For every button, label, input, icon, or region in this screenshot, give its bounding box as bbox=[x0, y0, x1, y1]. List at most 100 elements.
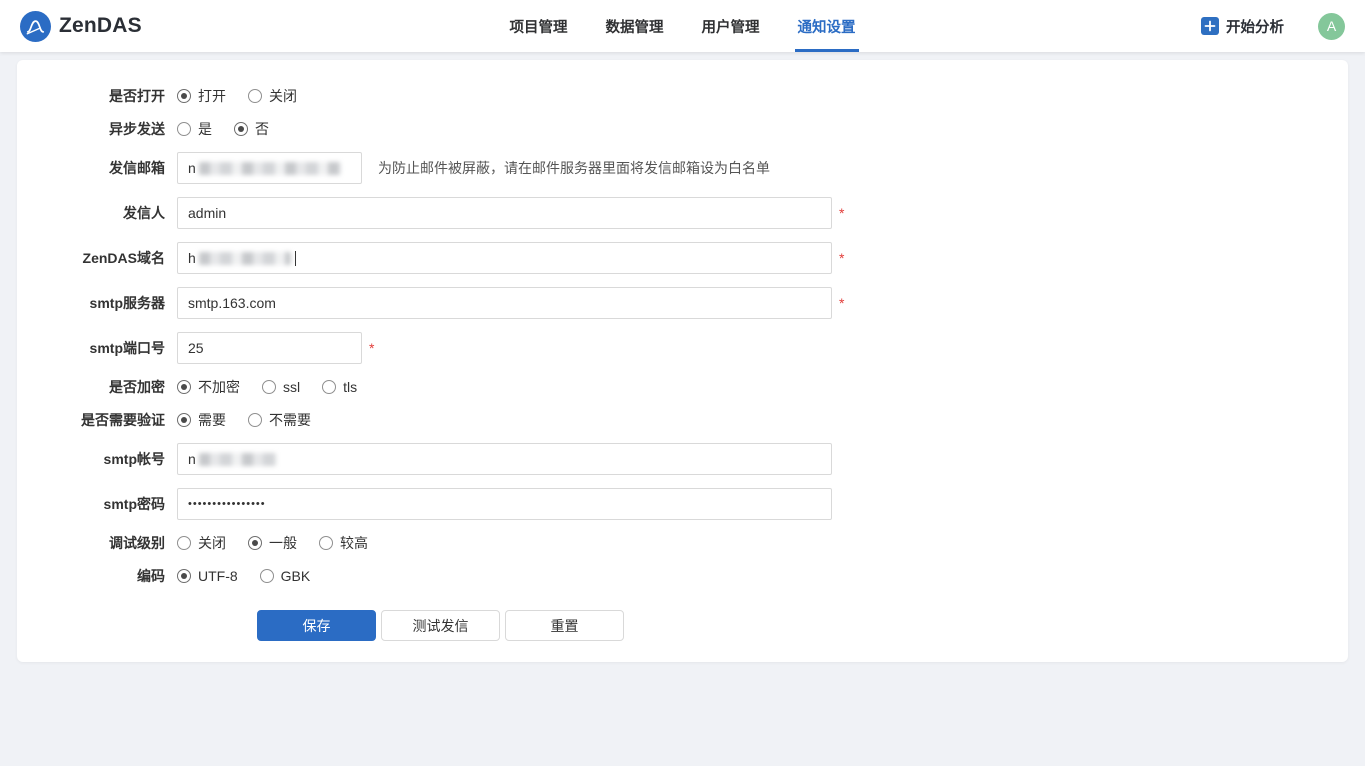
row-need-auth: 是否需要验证 需要 不需要 bbox=[17, 410, 1348, 430]
async-send-radio-group: 是 否 bbox=[177, 119, 269, 139]
sender-email-input[interactable]: n bbox=[177, 152, 362, 184]
text-caret bbox=[295, 251, 296, 266]
option-label: 一般 bbox=[269, 533, 297, 553]
redacted-prefix: n bbox=[188, 451, 196, 467]
debug-level-label: 调试级别 bbox=[17, 533, 165, 553]
tab-project-management[interactable]: 项目管理 bbox=[510, 0, 568, 52]
debug-level-radio-group: 关闭 一般 较高 bbox=[177, 533, 368, 553]
radio-checked-icon[interactable] bbox=[177, 413, 191, 427]
option-label: 是 bbox=[198, 119, 212, 139]
row-debug-level: 调试级别 关闭 一般 较高 bbox=[17, 533, 1348, 553]
zendas-logo-icon bbox=[20, 11, 51, 42]
encrypt-option-none[interactable]: 不加密 bbox=[177, 377, 240, 397]
need-auth-option-yes[interactable]: 需要 bbox=[177, 410, 226, 430]
is-open-option-on[interactable]: 打开 bbox=[177, 86, 226, 106]
debug-level-option-normal[interactable]: 一般 bbox=[248, 533, 297, 553]
start-analysis-label: 开始分析 bbox=[1226, 16, 1284, 37]
radio-unchecked-icon[interactable] bbox=[262, 380, 276, 394]
smtp-port-label: smtp端口号 bbox=[17, 338, 165, 358]
sender-email-hint: 为防止邮件被屏蔽，请在邮件服务器里面将发信邮箱设为白名单 bbox=[378, 158, 770, 178]
avatar[interactable]: A bbox=[1318, 13, 1345, 40]
option-label: tls bbox=[343, 379, 357, 395]
encoding-radio-group: UTF-8 GBK bbox=[177, 568, 310, 584]
option-label: UTF-8 bbox=[198, 568, 238, 584]
radio-unchecked-icon[interactable] bbox=[260, 569, 274, 583]
radio-checked-icon[interactable] bbox=[234, 122, 248, 136]
tab-data-management[interactable]: 数据管理 bbox=[606, 0, 664, 52]
encoding-option-utf8[interactable]: UTF-8 bbox=[177, 568, 238, 584]
test-send-button[interactable]: 测试发信 bbox=[381, 610, 500, 641]
row-encoding: 编码 UTF-8 GBK bbox=[17, 566, 1348, 586]
need-auth-label: 是否需要验证 bbox=[17, 410, 165, 430]
radio-unchecked-icon[interactable] bbox=[177, 536, 191, 550]
start-analysis-button[interactable]: 开始分析 bbox=[1201, 16, 1284, 37]
async-send-option-yes[interactable]: 是 bbox=[177, 119, 212, 139]
is-open-option-off[interactable]: 关闭 bbox=[248, 86, 297, 106]
redacted-value-blur bbox=[199, 453, 277, 466]
radio-checked-icon[interactable] bbox=[177, 380, 191, 394]
row-domain: ZenDAS域名 h * bbox=[17, 242, 1348, 274]
radio-checked-icon[interactable] bbox=[177, 569, 191, 583]
encrypt-option-ssl[interactable]: ssl bbox=[262, 379, 300, 395]
need-auth-radio-group: 需要 不需要 bbox=[177, 410, 311, 430]
debug-level-option-high[interactable]: 较高 bbox=[319, 533, 368, 553]
required-asterisk: * bbox=[369, 340, 374, 356]
sender-email-label: 发信邮箱 bbox=[17, 158, 165, 178]
brand[interactable]: ZenDAS bbox=[20, 11, 142, 42]
option-label: GBK bbox=[281, 568, 311, 584]
navbar-right: 开始分析 A bbox=[1201, 13, 1345, 40]
redacted-prefix: h bbox=[188, 250, 196, 266]
smtp-account-input[interactable]: n bbox=[177, 443, 832, 475]
reset-button[interactable]: 重置 bbox=[505, 610, 624, 641]
debug-level-option-off[interactable]: 关闭 bbox=[177, 533, 226, 553]
radio-unchecked-icon[interactable] bbox=[319, 536, 333, 550]
radio-checked-icon[interactable] bbox=[248, 536, 262, 550]
plus-icon bbox=[1201, 17, 1219, 35]
tab-user-management[interactable]: 用户管理 bbox=[702, 0, 760, 52]
smtp-password-label: smtp密码 bbox=[17, 494, 165, 514]
tab-notification-settings[interactable]: 通知设置 bbox=[798, 0, 856, 52]
encrypt-label: 是否加密 bbox=[17, 377, 165, 397]
smtp-port-input[interactable] bbox=[177, 332, 362, 364]
save-button[interactable]: 保存 bbox=[257, 610, 376, 641]
row-smtp-account: smtp帐号 n bbox=[17, 443, 1348, 475]
option-label: 关闭 bbox=[269, 86, 297, 106]
row-sender-email: 发信邮箱 n 为防止邮件被屏蔽，请在邮件服务器里面将发信邮箱设为白名单 bbox=[17, 152, 1348, 184]
radio-checked-icon[interactable] bbox=[177, 89, 191, 103]
radio-unchecked-icon[interactable] bbox=[248, 413, 262, 427]
required-asterisk: * bbox=[839, 250, 844, 266]
smtp-account-label: smtp帐号 bbox=[17, 449, 165, 469]
row-encrypt: 是否加密 不加密 ssl tls bbox=[17, 377, 1348, 397]
radio-unchecked-icon[interactable] bbox=[177, 122, 191, 136]
smtp-password-input[interactable] bbox=[177, 488, 832, 520]
is-open-label: 是否打开 bbox=[17, 86, 165, 106]
encrypt-option-tls[interactable]: tls bbox=[322, 379, 357, 395]
row-sender-name: 发信人 * bbox=[17, 197, 1348, 229]
option-label: ssl bbox=[283, 379, 300, 395]
encoding-label: 编码 bbox=[17, 566, 165, 586]
option-label: 否 bbox=[255, 119, 269, 139]
row-smtp-password: smtp密码 bbox=[17, 488, 1348, 520]
top-navbar: ZenDAS 项目管理 数据管理 用户管理 通知设置 开始分析 A bbox=[0, 0, 1365, 52]
radio-unchecked-icon[interactable] bbox=[248, 89, 262, 103]
redacted-value-blur bbox=[199, 162, 341, 175]
need-auth-option-no[interactable]: 不需要 bbox=[248, 410, 311, 430]
option-label: 较高 bbox=[340, 533, 368, 553]
smtp-server-label: smtp服务器 bbox=[17, 293, 165, 313]
domain-label: ZenDAS域名 bbox=[17, 248, 165, 268]
sender-name-input[interactable] bbox=[177, 197, 832, 229]
row-smtp-server: smtp服务器 * bbox=[17, 287, 1348, 319]
encoding-option-gbk[interactable]: GBK bbox=[260, 568, 311, 584]
nav-tabs: 项目管理 数据管理 用户管理 通知设置 bbox=[510, 0, 856, 52]
required-asterisk: * bbox=[839, 205, 844, 221]
redacted-prefix: n bbox=[188, 160, 196, 176]
async-send-option-no[interactable]: 否 bbox=[234, 119, 269, 139]
row-smtp-port: smtp端口号 * bbox=[17, 332, 1348, 364]
radio-unchecked-icon[interactable] bbox=[322, 380, 336, 394]
smtp-server-input[interactable] bbox=[177, 287, 832, 319]
encrypt-radio-group: 不加密 ssl tls bbox=[177, 377, 357, 397]
required-asterisk: * bbox=[839, 295, 844, 311]
async-send-label: 异步发送 bbox=[17, 119, 165, 139]
option-label: 打开 bbox=[198, 86, 226, 106]
domain-input[interactable]: h bbox=[177, 242, 832, 274]
